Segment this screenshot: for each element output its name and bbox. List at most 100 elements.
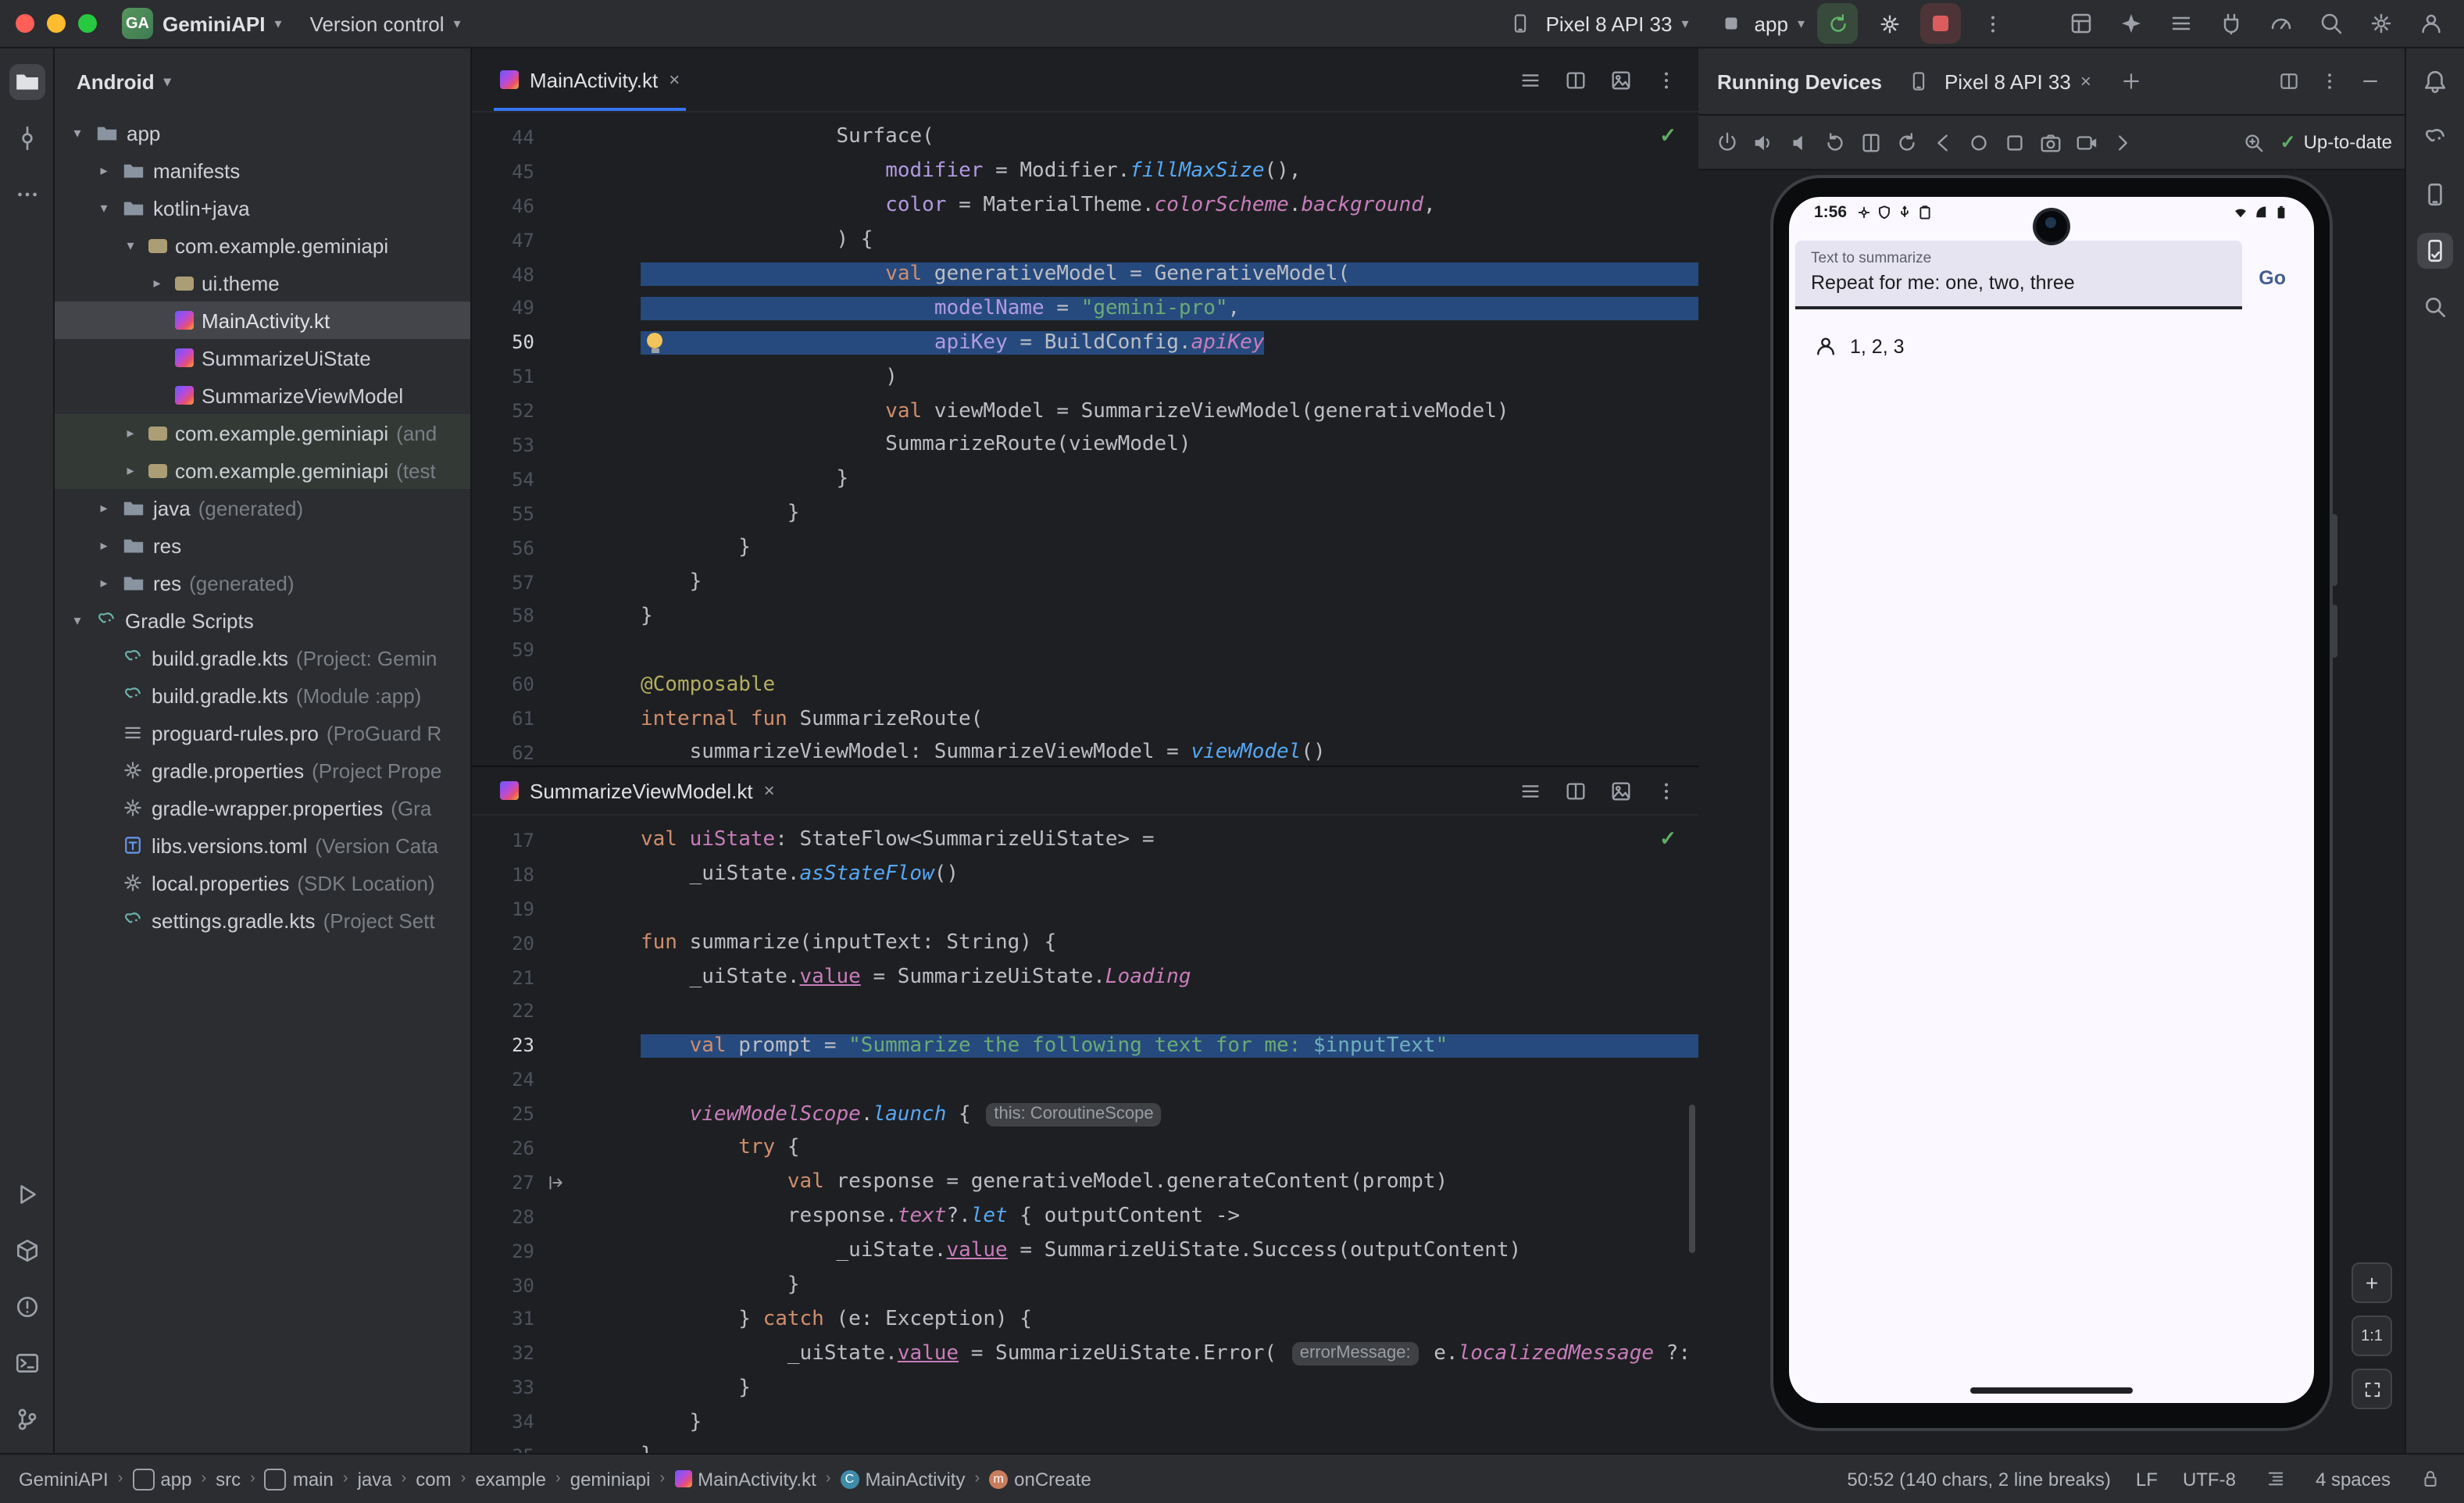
search-icon[interactable] xyxy=(2314,6,2348,41)
chevron-right-icon[interactable]: ▸ xyxy=(94,537,114,554)
code-line-17[interactable]: 17val uiState: StateFlow<SummarizeUiStat… xyxy=(472,823,1698,858)
tree-item-libs-versions-toml[interactable]: libs.versions.toml(Version Cata xyxy=(55,826,470,864)
code-line-44[interactable]: 44Surface( xyxy=(472,120,1698,155)
editor-list-icon[interactable] xyxy=(1514,774,1547,807)
code-line-35[interactable]: 35} xyxy=(472,1439,1698,1453)
ai-assistant-icon[interactable] xyxy=(2114,6,2148,41)
tree-item-res[interactable]: ▸res(generated) xyxy=(55,564,470,602)
breadcrumb-item[interactable]: java xyxy=(358,1468,392,1490)
caret-position[interactable]: 50:52 (140 chars, 2 line breaks) xyxy=(1847,1468,2111,1490)
maximize-window-icon[interactable] xyxy=(78,14,97,33)
rotate-right-icon[interactable] xyxy=(1891,126,1923,159)
code-line-53[interactable]: 53SummarizeRoute(viewModel) xyxy=(472,428,1698,462)
code-line-51[interactable]: 51) xyxy=(472,359,1698,394)
breadcrumb-item[interactable]: src xyxy=(216,1468,241,1490)
code-line-30[interactable]: 30} xyxy=(472,1268,1698,1302)
zoom-reset-button[interactable]: 1:1 xyxy=(2352,1316,2392,1356)
tree-item-kotlin-java[interactable]: ▾kotlin+java xyxy=(55,189,470,227)
lock-icon[interactable] xyxy=(2416,1464,2445,1494)
chevron-right-icon[interactable]: ▸ xyxy=(120,424,141,441)
tree-item-manifests[interactable]: ▸manifests xyxy=(55,152,470,189)
code-line-20[interactable]: 20fun summarize(inputText: String) { xyxy=(472,926,1698,960)
fold-icon[interactable] xyxy=(1855,126,1887,159)
code-line-33[interactable]: 33} xyxy=(472,1371,1698,1405)
code-line-19[interactable]: 19 xyxy=(472,892,1698,926)
breadcrumb-item[interactable]: app xyxy=(132,1468,191,1490)
close-window-icon[interactable] xyxy=(16,14,34,33)
inspections-ok-icon[interactable]: ✓ xyxy=(1659,826,1677,851)
code-line-45[interactable]: 45modifier = Modifier.fillMaxSize(), xyxy=(472,155,1698,189)
tree-item-summarizeviewmodel[interactable]: SummarizeViewModel xyxy=(55,377,470,414)
code-line-50[interactable]: 50apiKey = BuildConfig.apiKey xyxy=(472,326,1698,360)
plugins-icon[interactable] xyxy=(2214,6,2248,41)
overview-icon[interactable] xyxy=(1998,126,2031,159)
home-icon[interactable] xyxy=(1962,126,1995,159)
chevron-down-icon[interactable]: ▾ xyxy=(120,237,141,254)
code-line-55[interactable]: 55} xyxy=(472,497,1698,531)
editor-more-icon[interactable] xyxy=(1650,774,1683,807)
breadcrumb-item[interactable]: geminiapi xyxy=(570,1468,651,1490)
code-line-29[interactable]: 29_uiState.value = SummarizeUiState.Succ… xyxy=(472,1233,1698,1268)
fit-to-window-button[interactable] xyxy=(2352,1369,2392,1409)
tree-item-gradle-wrapper-properties[interactable]: gradle-wrapper.properties(Gra xyxy=(55,789,470,826)
stop-button[interactable] xyxy=(1920,3,1961,44)
account-icon[interactable] xyxy=(2414,6,2448,41)
code-line-47[interactable]: 47) { xyxy=(472,223,1698,257)
breadcrumb-item[interactable]: main xyxy=(265,1468,334,1490)
code-line-60[interactable]: 60@Composable xyxy=(472,668,1698,702)
tree-item-build-gradle-kts[interactable]: build.gradle.kts(Module :app) xyxy=(55,677,470,714)
tree-item-com-example-geminiapi[interactable]: ▾com.example.geminiapi xyxy=(55,227,470,264)
close-tab-icon[interactable]: × xyxy=(764,780,775,801)
tree-item-com-example-geminiapi[interactable]: ▸com.example.geminiapi(and xyxy=(55,414,470,452)
code-line-23[interactable]: 23val prompt = "Summarize the following … xyxy=(472,1029,1698,1063)
record-icon[interactable] xyxy=(2070,126,2103,159)
breadcrumb-item[interactable]: CMainActivity xyxy=(840,1468,965,1490)
scrollbar[interactable] xyxy=(1689,1105,1695,1253)
gradle-icon[interactable] xyxy=(2417,120,2453,156)
chevron-right-icon[interactable]: ▸ xyxy=(94,499,114,516)
tree-item-gradle-scripts[interactable]: ▾Gradle Scripts xyxy=(55,602,470,639)
code-line-28[interactable]: 28response.text?.let { outputContent -> xyxy=(472,1200,1698,1234)
more-vertical-icon[interactable] xyxy=(2314,66,2345,97)
indent-icon[interactable] xyxy=(2261,1464,2291,1494)
code-line-48[interactable]: 48val generativeModel = GenerativeModel( xyxy=(472,257,1698,291)
code-line-61[interactable]: 61internal fun SummarizeRoute( xyxy=(472,702,1698,736)
go-button[interactable]: Go xyxy=(2249,266,2295,291)
code-line-18[interactable]: 18_uiState.asStateFlow() xyxy=(472,858,1698,892)
line-separator[interactable]: LF xyxy=(2136,1468,2158,1490)
tree-item-settings-gradle-kts[interactable]: settings.gradle.kts(Project Sett xyxy=(55,901,470,939)
notifications-icon[interactable] xyxy=(2417,64,2453,100)
zoom-mode-icon[interactable] xyxy=(2237,126,2270,159)
tab-mainactivity[interactable]: MainActivity.kt × xyxy=(487,48,692,111)
volume-up-icon[interactable] xyxy=(1747,126,1780,159)
breadcrumb-item[interactable]: MainActivity.kt xyxy=(674,1468,816,1490)
zoom-in-button[interactable]: + xyxy=(2352,1262,2392,1303)
editor-more-icon[interactable] xyxy=(1650,63,1683,96)
power-icon[interactable] xyxy=(1711,126,1744,159)
device-screen[interactable]: 1:56 Text to summarize Repeat for me: on… xyxy=(1789,197,2314,1403)
chevron-right-icon[interactable]: ▸ xyxy=(147,274,167,291)
tree-item-mainactivity-kt[interactable]: MainActivity.kt xyxy=(55,302,470,339)
breadcrumb-item[interactable]: monCreate xyxy=(989,1468,1091,1490)
project-view-header[interactable]: Android ▾ xyxy=(55,48,470,114)
rerun-button[interactable] xyxy=(1817,3,1858,44)
tree-item-java[interactable]: ▸java(generated) xyxy=(55,489,470,527)
running-devices-icon[interactable] xyxy=(2417,233,2453,269)
chevron-right-icon[interactable]: ▸ xyxy=(94,574,114,591)
git-icon[interactable] xyxy=(9,1401,45,1437)
tree-item-gradle-properties[interactable]: gradle.properties(Project Prope xyxy=(55,752,470,789)
code-line-56[interactable]: 56} xyxy=(472,530,1698,565)
tree-item-summarizeuistate[interactable]: SummarizeUiState xyxy=(55,339,470,377)
editor-list-icon[interactable] xyxy=(1514,63,1547,96)
run-configuration-selector[interactable]: app ▾ xyxy=(1717,9,1805,37)
code-line-49[interactable]: 49modelName = "gemini-pro", xyxy=(472,291,1698,326)
close-tab-icon[interactable]: × xyxy=(669,69,680,91)
terminal-icon[interactable] xyxy=(9,1345,45,1381)
code-line-52[interactable]: 52val viewModel = SummarizeViewModel(gen… xyxy=(472,394,1698,428)
close-tab-icon[interactable]: × xyxy=(2080,70,2091,92)
breadcrumb-item[interactable]: example xyxy=(475,1468,546,1490)
chevron-right-icon[interactable]: ▸ xyxy=(94,162,114,179)
code-viewport-top[interactable]: 44Surface(45modifier = Modifier.fillMaxS… xyxy=(472,112,1698,766)
indent-setting[interactable]: 4 spaces xyxy=(2316,1468,2391,1490)
problems-icon[interactable] xyxy=(9,1289,45,1325)
